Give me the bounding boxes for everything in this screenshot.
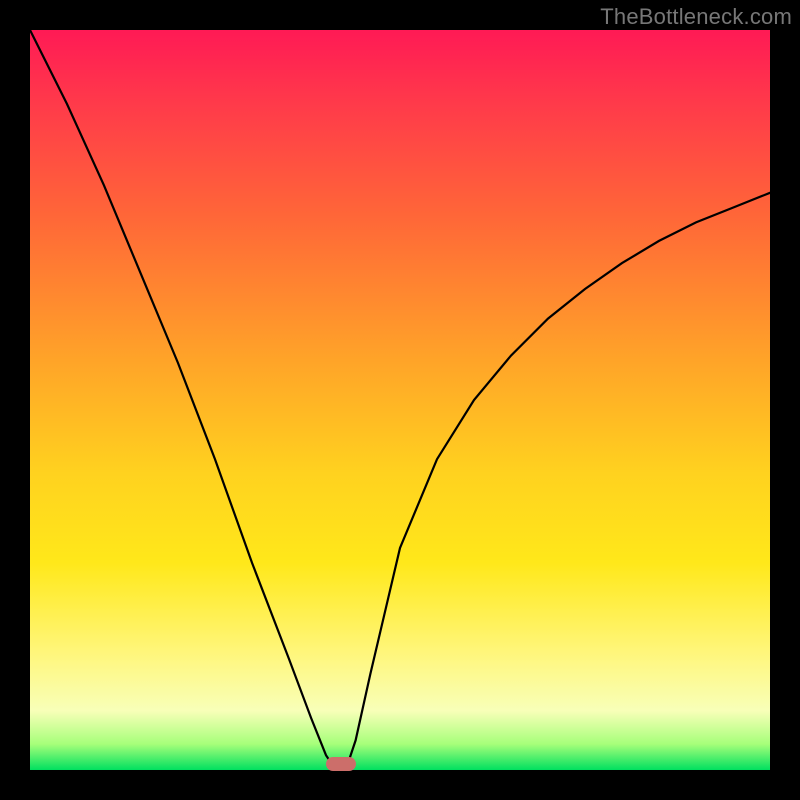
curve-right bbox=[341, 193, 770, 770]
watermark-text: TheBottleneck.com bbox=[600, 4, 792, 30]
curve-left bbox=[30, 30, 341, 770]
curve-svg bbox=[30, 30, 770, 770]
chart-frame: TheBottleneck.com bbox=[0, 0, 800, 800]
plot-area bbox=[30, 30, 770, 770]
minimum-marker bbox=[326, 757, 356, 771]
